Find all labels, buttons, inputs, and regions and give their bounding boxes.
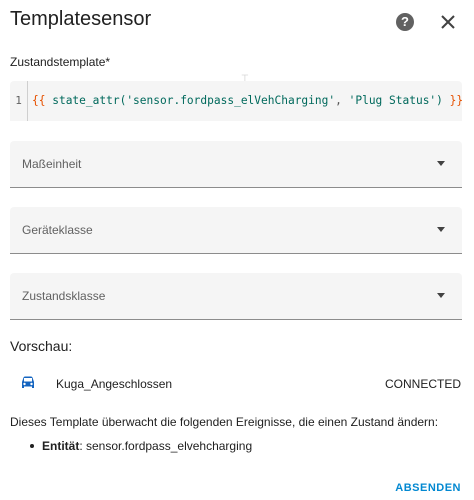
template-token-close: }}: [442, 94, 464, 107]
help-icon[interactable]: ?: [396, 13, 414, 31]
unit-select-label: Maßeinheit: [22, 157, 82, 171]
state-template-label: Zustandstemplate*: [10, 55, 111, 69]
template-token-open: {{: [32, 94, 46, 107]
preview-entity-state: CONNECTED: [384, 377, 461, 391]
listener-label: Entität: [42, 439, 80, 453]
device-class-select[interactable]: Geräteklasse: [10, 207, 462, 254]
bullet: [30, 444, 34, 448]
state-class-select[interactable]: Zustandsklasse: [10, 273, 462, 320]
preview-heading: Vorschau:: [10, 338, 73, 354]
line-number: 1: [10, 81, 28, 121]
listener-value: : sensor.fordpass_elvehcharging: [79, 439, 253, 453]
template-token-arg1: 'sensor.fordpass_elVehCharging': [126, 94, 336, 107]
unit-select[interactable]: Maßeinheit: [10, 141, 462, 188]
template-token-arg2: 'Plug Status': [348, 94, 437, 107]
template-token-paren: ): [436, 94, 443, 107]
state-class-select-label: Zustandsklasse: [22, 289, 106, 303]
list-item: Entität: sensor.fordpass_elvehcharging: [30, 433, 252, 459]
close-icon[interactable]: [437, 11, 459, 33]
chevron-down-icon: [437, 293, 445, 298]
preview-entity-name: Kuga_Angeschlossen: [56, 377, 173, 391]
device-class-select-label: Geräteklasse: [22, 223, 93, 237]
template-token-function: state_attr(: [45, 94, 127, 107]
chevron-down-icon: [437, 161, 445, 166]
listener-description: Dieses Template überwacht die folgenden …: [10, 415, 439, 429]
submit-button[interactable]: ABSENDEN: [395, 482, 461, 494]
dialog-title: Templatesensor: [10, 8, 152, 30]
template-code-line[interactable]: {{ state_attr('sensor.fordpass_elVehChar…: [32, 81, 463, 121]
state-template-editor[interactable]: 1 {{ state_attr('sensor.fordpass_elVehCh…: [10, 81, 463, 121]
listener-list: Entität: sensor.fordpass_elvehcharging: [10, 433, 252, 459]
chevron-down-icon: [437, 227, 445, 232]
car-icon: [19, 374, 37, 392]
template-sensor-dialog: Templatesensor ? Zustandstemplate* ⊤ 1 {…: [0, 0, 474, 500]
template-token-comma: ,: [335, 94, 349, 107]
